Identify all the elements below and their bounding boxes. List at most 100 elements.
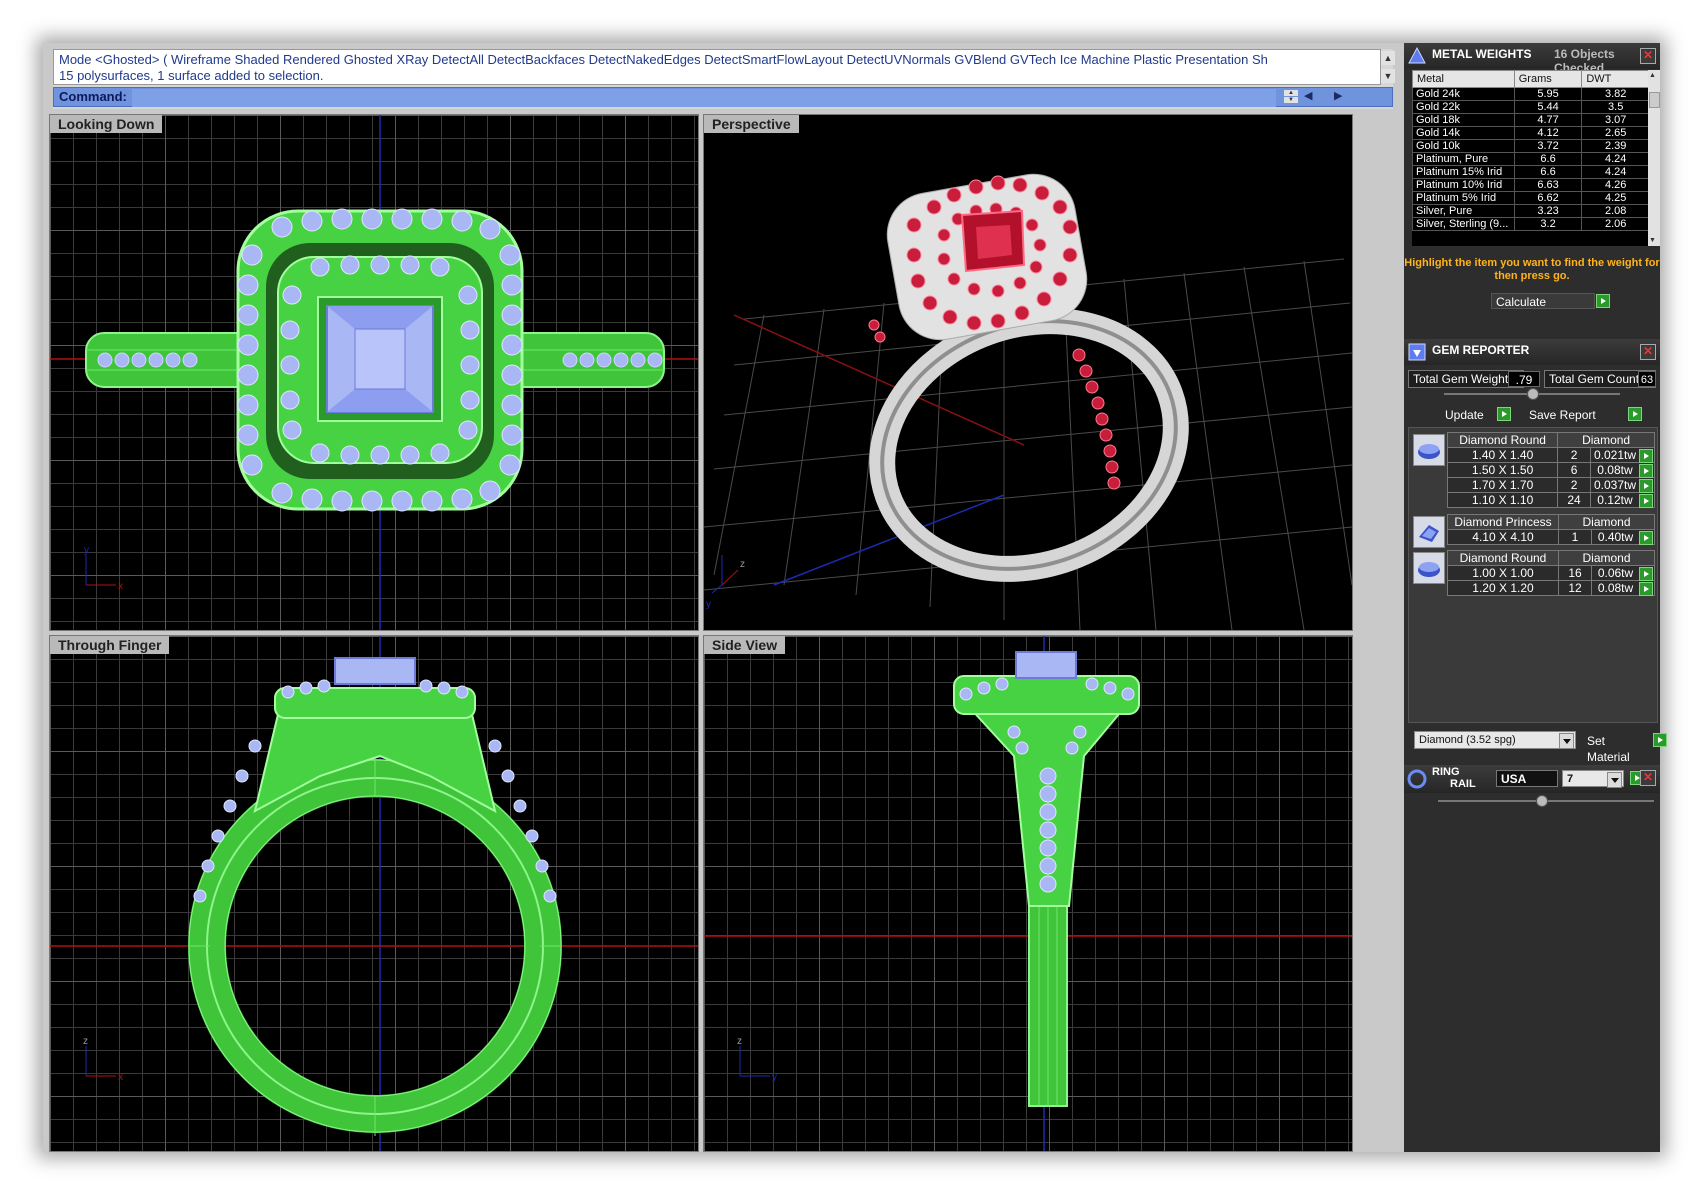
gem-size: 1.10 X 1.10 — [1446, 492, 1559, 508]
column-header-dwt[interactable]: DWT — [1581, 70, 1650, 88]
command-spin-down-icon[interactable]: ▼ — [1284, 97, 1298, 103]
gem-row[interactable]: 1.10 X 1.10 24 0.12tw — [1446, 492, 1656, 508]
chevron-down-icon[interactable] — [1559, 733, 1574, 749]
chevron-down-icon[interactable] — [1607, 772, 1622, 788]
command-input[interactable] — [132, 89, 1276, 107]
viewport-perspective[interactable]: Perspective z y — [703, 114, 1353, 631]
scroll-thumb[interactable] — [1649, 92, 1660, 108]
grams-value: 3.23 — [1513, 204, 1583, 218]
ring-size-select[interactable]: 7 — [1562, 770, 1624, 788]
y-axis-label: y — [706, 599, 711, 610]
grams-value: 5.44 — [1513, 100, 1583, 114]
gem-slider-knob[interactable] — [1527, 388, 1539, 400]
material-select-value: Diamond (3.52 spg) — [1419, 734, 1516, 746]
gem-weight-text: 0.08tw — [1597, 581, 1634, 595]
metal-weight-row[interactable]: Gold 22k 5.44 3.5 — [1412, 100, 1650, 114]
metal-weights-logo-icon — [1408, 46, 1426, 64]
grams-value: 3.72 — [1513, 139, 1583, 153]
grams-value: 6.63 — [1513, 178, 1583, 192]
metal-weight-row[interactable]: Platinum 15% Irid 6.6 4.24 — [1412, 165, 1650, 179]
dwt-value: 3.5 — [1581, 100, 1650, 114]
gem-row-go-icon[interactable] — [1639, 479, 1653, 493]
gem-weight-text: 0.40tw — [1597, 530, 1634, 544]
viewport-through-finger[interactable]: Through Finger x z — [49, 635, 699, 1152]
update-go-icon[interactable] — [1497, 407, 1511, 421]
ring-rail-title-line-1: RING — [1432, 766, 1460, 778]
metal-weights-scrollbar[interactable]: ▲ ▼ — [1648, 70, 1660, 246]
command-left-arrow-icon[interactable]: ◀ — [1304, 89, 1312, 102]
gem-weight: 0.40tw — [1591, 529, 1655, 545]
gem-shape: Diamond Princess — [1447, 514, 1559, 530]
set-material-button[interactable]: Set Material — [1582, 732, 1652, 764]
ring-rail-slider-knob[interactable] — [1536, 795, 1548, 807]
gem-size: 1.50 X 1.50 — [1446, 462, 1559, 478]
gem-row-go-icon[interactable] — [1639, 494, 1653, 508]
metal-weight-row[interactable]: Gold 10k 3.72 2.39 — [1412, 139, 1650, 153]
command-area: Mode <Ghosted> ( Wireframe Shaded Render… — [53, 49, 1395, 109]
calculate-go-icon[interactable] — [1596, 294, 1610, 308]
metal-name: Gold 24k — [1412, 87, 1515, 101]
perspective-render: z y — [704, 173, 1352, 630]
metal-weight-row[interactable]: Platinum, Pure 6.6 4.24 — [1412, 152, 1650, 166]
ring-size-country[interactable]: USA — [1496, 770, 1558, 787]
scroll-up-icon[interactable]: ▲ — [1649, 72, 1656, 79]
gem-row-go-icon[interactable] — [1639, 582, 1653, 596]
dwt-value: 4.26 — [1581, 178, 1650, 192]
gem-row[interactable]: 1.00 X 1.00 16 0.06tw — [1447, 565, 1655, 581]
command-spin-up-icon[interactable]: ▲ — [1284, 90, 1298, 96]
column-header-grams[interactable]: Grams — [1513, 70, 1583, 88]
metal-weight-row[interactable]: Platinum 10% Irid 6.63 4.26 — [1412, 178, 1650, 192]
gem-material: Diamond — [1558, 550, 1655, 566]
hint-line-1: Highlight the item you want to find the … — [1404, 257, 1660, 269]
metal-weight-row[interactable]: Silver, Sterling (9... 3.2 2.06 — [1412, 217, 1650, 231]
gem-weight: 0.08tw — [1591, 580, 1655, 596]
viewport-title[interactable]: Side View — [704, 636, 786, 654]
plugin-panel: METAL WEIGHTS 16 Objects Checked ✕ Metal… — [1404, 43, 1667, 1152]
viewport-title[interactable]: Through Finger — [50, 636, 170, 654]
hint-line-2: then press go. — [1494, 270, 1570, 282]
gem-row[interactable]: 1.40 X 1.40 2 0.021tw — [1446, 447, 1656, 463]
gem-row[interactable]: 4.10 X 4.10 1 0.40tw — [1447, 529, 1655, 545]
command-right-arrow-icon[interactable]: ▶ — [1334, 89, 1342, 102]
gem-weight: 0.06tw — [1591, 565, 1655, 581]
dwt-value: 4.24 — [1581, 165, 1650, 179]
metal-weight-row[interactable]: Gold 14k 4.12 2.65 — [1412, 126, 1650, 140]
set-material-go-icon[interactable] — [1653, 733, 1667, 747]
metal-weight-row[interactable]: Silver, Pure 3.23 2.08 — [1412, 204, 1650, 218]
history-scroll-down-icon[interactable]: ▼ — [1381, 69, 1395, 83]
metal-weight-row[interactable]: Platinum 5% Irid 6.62 4.25 — [1412, 191, 1650, 205]
save-report-button[interactable]: Save Report — [1524, 406, 1628, 422]
calculate-button[interactable]: Calculate — [1491, 293, 1595, 309]
material-select[interactable]: Diamond (3.52 spg) — [1414, 731, 1576, 749]
gem-row-go-icon[interactable] — [1639, 531, 1653, 545]
close-icon[interactable]: ✕ — [1640, 344, 1656, 360]
gem-row[interactable]: 1.50 X 1.50 6 0.08tw — [1446, 462, 1656, 478]
metal-weight-row[interactable]: Gold 18k 4.77 3.07 — [1412, 113, 1650, 127]
command-history-line-1: Mode <Ghosted> ( Wireframe Shaded Render… — [59, 52, 1268, 67]
viewport-title[interactable]: Perspective — [704, 115, 799, 133]
viewport-side-view[interactable]: Side View y z — [703, 635, 1353, 1152]
close-icon[interactable]: ✕ — [1640, 770, 1656, 786]
gem-row[interactable]: 1.70 X 1.70 2 0.037tw — [1446, 477, 1656, 493]
column-header-metal[interactable]: Metal — [1412, 70, 1515, 88]
round-gem-icon — [1413, 434, 1445, 466]
history-scroll-up-icon[interactable]: ▲ — [1381, 51, 1395, 65]
metal-weight-row[interactable]: Gold 24k 5.95 3.82 — [1412, 87, 1650, 101]
save-report-go-icon[interactable] — [1628, 407, 1642, 421]
y-axis-label: y — [772, 1072, 777, 1083]
viewport-looking-down[interactable]: Looking Down x y — [49, 114, 699, 631]
app-window: Mode <Ghosted> ( Wireframe Shaded Render… — [43, 43, 1667, 1152]
gem-row-go-icon[interactable] — [1639, 464, 1653, 478]
viewport-title[interactable]: Looking Down — [50, 115, 163, 133]
metal-weights-title: METAL WEIGHTS — [1432, 47, 1532, 61]
side-view-wireframe: y z — [704, 636, 1352, 1151]
gem-row-go-icon[interactable] — [1639, 449, 1653, 463]
update-button[interactable]: Update — [1440, 406, 1496, 422]
metal-weights-table: Metal Grams DWT Gold 24k 5.95 3.82 Gold 22k… — [1412, 70, 1650, 231]
grams-value: 4.12 — [1513, 126, 1583, 140]
gem-row[interactable]: 1.20 X 1.20 12 0.08tw — [1447, 580, 1655, 596]
gem-row-go-icon[interactable] — [1639, 567, 1653, 581]
close-icon[interactable]: ✕ — [1640, 48, 1656, 64]
scroll-down-icon[interactable]: ▼ — [1649, 237, 1656, 244]
gem-count: 2 — [1557, 447, 1591, 463]
